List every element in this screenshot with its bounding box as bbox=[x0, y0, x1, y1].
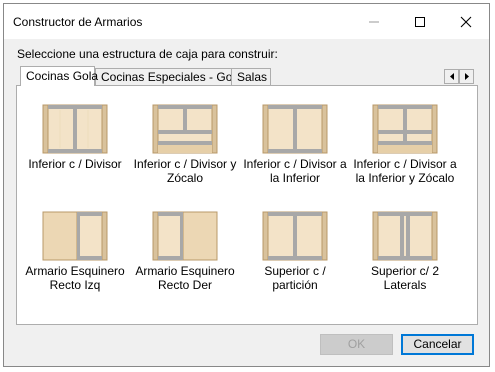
cabinet-item-inferior-divisor[interactable]: Inferior c / Divisor bbox=[20, 104, 130, 171]
tab-cocinas-gola[interactable]: Cocinas Gola bbox=[20, 66, 98, 86]
cabinet-divider-icon bbox=[42, 104, 108, 154]
cabinet-divider-plinth-icon bbox=[152, 104, 218, 154]
cabinet-item-esquinero-izq[interactable]: Armario Esquinero Recto Izq bbox=[20, 211, 130, 292]
cabinet-item-label: Inferior c / Divisor y Zócalo bbox=[133, 157, 237, 185]
tab-salas[interactable]: Salas bbox=[231, 68, 271, 85]
cabinet-item-label: Inferior c / Divisor bbox=[28, 157, 122, 171]
cabinet-item-label: Inferior c / Divisor a la Inferior y Zóc… bbox=[353, 157, 457, 185]
arrow-left-icon bbox=[449, 73, 454, 80]
close-icon bbox=[460, 16, 472, 27]
cabinet-lower-divider-icon bbox=[262, 104, 328, 154]
cancel-button[interactable]: Cancelar bbox=[401, 334, 474, 355]
dialog-window: Constructor de Armarios Seleccione una e… bbox=[3, 3, 490, 367]
upper-cabinet-partition-icon bbox=[262, 211, 328, 261]
cabinet-item-esquinero-der[interactable]: Armario Esquinero Recto Der bbox=[130, 211, 240, 292]
upper-cabinet-two-sides-icon bbox=[372, 211, 438, 261]
tab-scroll-right-button[interactable] bbox=[459, 69, 474, 84]
corner-cabinet-left-icon bbox=[42, 211, 108, 261]
tab-scroll-left-button[interactable] bbox=[444, 69, 459, 84]
cabinet-item-inferior-divisor-zocalo[interactable]: Inferior c / Divisor y Zócalo bbox=[130, 104, 240, 185]
cabinet-item-label: Inferior c / Divisor a la Inferior bbox=[243, 157, 347, 185]
instruction-label: Seleccione una estructura de caja para c… bbox=[17, 47, 278, 61]
close-button[interactable] bbox=[443, 4, 489, 39]
cabinet-item-inferior-divisor-inferior-zocalo[interactable]: Inferior c / Divisor a la Inferior y Zóc… bbox=[350, 104, 460, 185]
cabinet-item-label: Armario Esquinero Recto Izq bbox=[25, 264, 125, 292]
corner-cabinet-right-icon bbox=[152, 211, 218, 261]
window-title: Constructor de Armarios bbox=[13, 15, 143, 29]
maximize-button[interactable] bbox=[397, 4, 443, 39]
cabinet-item-superior-particion[interactable]: Superior c / partición bbox=[240, 211, 350, 292]
ok-button[interactable]: OK bbox=[320, 334, 393, 355]
minimize-icon bbox=[369, 21, 379, 22]
cabinet-item-label: Superior c/ 2 Laterals bbox=[370, 264, 440, 292]
cabinet-grid-panel: Inferior c / Divisor Inferior c / Diviso… bbox=[16, 85, 478, 325]
cabinet-item-label: Armario Esquinero Recto Der bbox=[135, 264, 235, 292]
minimize-button[interactable] bbox=[351, 4, 397, 39]
arrow-right-icon bbox=[464, 73, 469, 80]
maximize-icon bbox=[415, 16, 425, 27]
tab-bar: Cocinas Gola Cocinas Especiales - Gola S… bbox=[16, 66, 478, 86]
cabinet-item-inferior-divisor-inferior[interactable]: Inferior c / Divisor a la Inferior bbox=[240, 104, 350, 185]
cabinet-lower-divider-plinth-icon bbox=[372, 104, 438, 154]
cabinet-item-label: Superior c / partición bbox=[264, 264, 326, 292]
tab-cocinas-especiales-gola[interactable]: Cocinas Especiales - Gola bbox=[95, 68, 242, 85]
cabinet-item-superior-2-laterals[interactable]: Superior c/ 2 Laterals bbox=[350, 211, 460, 292]
title-bar: Constructor de Armarios bbox=[4, 4, 489, 39]
